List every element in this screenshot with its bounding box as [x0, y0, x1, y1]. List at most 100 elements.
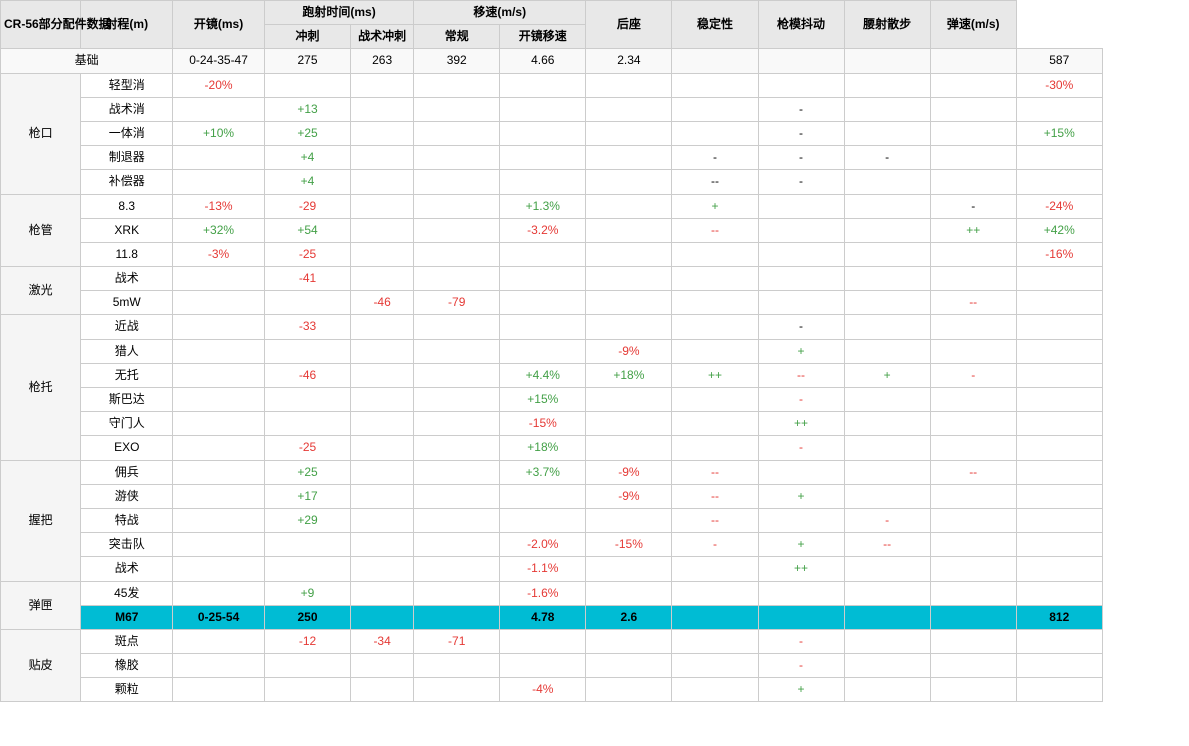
cell: 4.78	[500, 605, 586, 629]
table-row: M670-25-542504.782.6812	[1, 605, 1189, 629]
cell	[844, 581, 930, 605]
cell	[351, 267, 414, 291]
base-hip	[930, 49, 1016, 73]
header-tactical: 战术冲刺	[351, 25, 414, 49]
item-name: 橡胶	[81, 654, 173, 678]
cell	[586, 97, 672, 121]
cell	[351, 363, 414, 387]
cell	[414, 436, 500, 460]
cell	[500, 97, 586, 121]
cell	[1016, 629, 1102, 653]
cell	[586, 242, 672, 266]
cell	[414, 146, 500, 170]
header-move-group: 移速(m/s)	[414, 1, 586, 25]
cell	[173, 170, 265, 194]
cell: -34	[351, 629, 414, 653]
cell: +42%	[1016, 218, 1102, 242]
base-ads: 275	[264, 49, 350, 73]
cell	[500, 170, 586, 194]
cell: -	[758, 388, 844, 412]
category-label: 枪托	[1, 315, 81, 460]
table-row: 突击队-2.0%-15%-+--	[1, 533, 1189, 557]
cell	[672, 267, 758, 291]
cell	[1016, 315, 1102, 339]
cell: --	[844, 533, 930, 557]
cell	[930, 242, 1016, 266]
item-name: 战术	[81, 267, 173, 291]
cell	[844, 267, 930, 291]
cell	[930, 508, 1016, 532]
cell	[414, 363, 500, 387]
cell	[264, 654, 350, 678]
cell: +25	[264, 460, 350, 484]
cell	[414, 412, 500, 436]
header-move: 常规	[414, 25, 500, 49]
cell: -12	[264, 629, 350, 653]
cell	[173, 654, 265, 678]
cell	[351, 412, 414, 436]
cell	[930, 557, 1016, 581]
cell	[351, 170, 414, 194]
cell	[414, 339, 500, 363]
item-name: 45发	[81, 581, 173, 605]
cell	[1016, 557, 1102, 581]
table-row: 一体消+10%+25-+15%	[1, 121, 1189, 145]
cell: +	[758, 484, 844, 508]
cell	[930, 121, 1016, 145]
cell	[414, 97, 500, 121]
cell	[758, 242, 844, 266]
cell: +25	[264, 121, 350, 145]
cell	[173, 581, 265, 605]
item-name: 游侠	[81, 484, 173, 508]
cell	[264, 412, 350, 436]
cell	[500, 629, 586, 653]
table-row: 枪管8.3-13%-29+1.3%+--24%	[1, 194, 1189, 218]
item-name: 8.3	[81, 194, 173, 218]
cell: ++	[672, 363, 758, 387]
cell	[586, 146, 672, 170]
cell	[586, 629, 672, 653]
cell	[672, 629, 758, 653]
cell	[844, 654, 930, 678]
cell	[672, 73, 758, 97]
cell	[930, 605, 1016, 629]
cell	[758, 73, 844, 97]
cell	[758, 194, 844, 218]
cell	[1016, 363, 1102, 387]
cell	[586, 678, 672, 702]
cell	[930, 388, 1016, 412]
cell: +18%	[500, 436, 586, 460]
item-name: 斯巴达	[81, 388, 173, 412]
cell	[500, 146, 586, 170]
cell: -25	[264, 436, 350, 460]
cell	[672, 654, 758, 678]
cell: +54	[264, 218, 350, 242]
cell	[264, 388, 350, 412]
cell: -25	[264, 242, 350, 266]
cell	[930, 581, 1016, 605]
cell: -	[758, 315, 844, 339]
table-row: 战术-1.1%++	[1, 557, 1189, 581]
table-row: 枪口轻型消-20%-30%	[1, 73, 1189, 97]
cell: +15%	[500, 388, 586, 412]
cell	[586, 121, 672, 145]
cell	[351, 533, 414, 557]
cell: -	[758, 170, 844, 194]
cell: -3%	[173, 242, 265, 266]
cell	[500, 291, 586, 315]
cell: -	[672, 146, 758, 170]
cell: --	[672, 170, 758, 194]
cell: +	[844, 363, 930, 387]
cell: -	[930, 194, 1016, 218]
table-row: 制退器+4---	[1, 146, 1189, 170]
cell	[351, 508, 414, 532]
cell	[414, 121, 500, 145]
cell	[1016, 339, 1102, 363]
item-name: 战术	[81, 557, 173, 581]
cell: -	[844, 146, 930, 170]
cell: +	[672, 194, 758, 218]
cell	[173, 629, 265, 653]
cell	[351, 436, 414, 460]
cell: -71	[414, 629, 500, 653]
cell: -46	[264, 363, 350, 387]
